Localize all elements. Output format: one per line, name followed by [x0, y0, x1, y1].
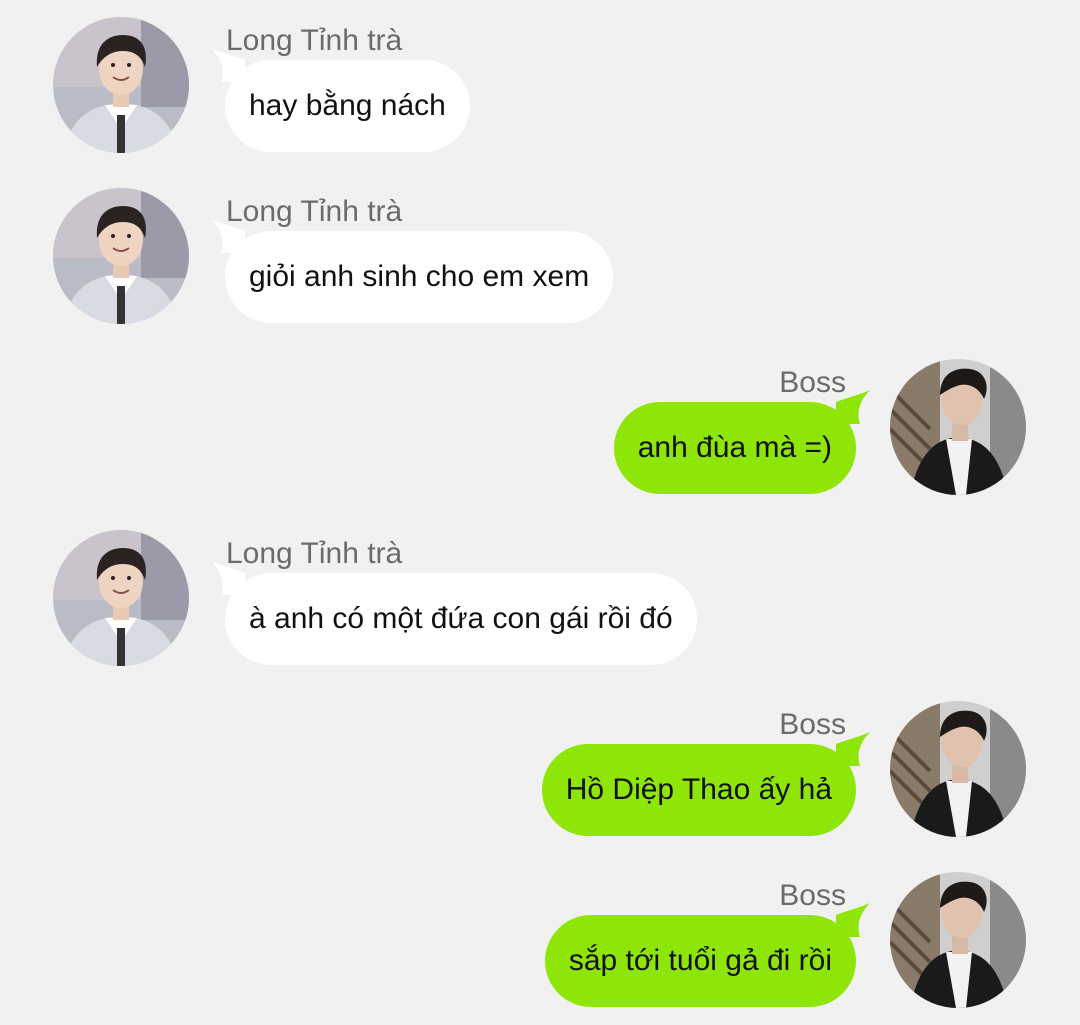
bubble-tail-icon	[211, 219, 245, 253]
man-in-suit-avatar-icon	[890, 701, 1026, 837]
bubble-tail-icon	[836, 390, 870, 424]
young-man-avatar-icon	[53, 530, 189, 666]
message-bubble[interactable]: hay bằng nách	[225, 60, 470, 152]
avatar[interactable]	[890, 359, 1026, 495]
young-man-avatar-icon	[53, 188, 189, 324]
man-in-suit-avatar-icon	[890, 872, 1026, 1008]
message-bubble[interactable]: Hồ Diệp Thao ấy hả	[541, 744, 856, 836]
message-text: anh đùa mà =)	[637, 431, 832, 464]
avatar[interactable]	[53, 17, 189, 153]
man-in-suit-avatar-icon	[890, 359, 1026, 495]
message-bubble[interactable]: à anh có một đứa con gái rồi đó	[225, 573, 697, 665]
avatar[interactable]	[890, 872, 1026, 1008]
young-man-avatar-icon	[53, 17, 189, 153]
bubble-tail-icon	[836, 903, 870, 937]
sender-name: Long Tỉnh trà	[226, 195, 403, 228]
message-text: giỏi anh sinh cho em xem	[249, 260, 590, 293]
message-bubble[interactable]: sắp tới tuổi gả đi rồi	[544, 915, 856, 1007]
sender-name: Long Tỉnh trà	[226, 24, 403, 57]
avatar[interactable]	[53, 188, 189, 324]
avatar[interactable]	[890, 701, 1026, 837]
avatar[interactable]	[53, 530, 189, 666]
sender-name: Long Tỉnh trà	[226, 537, 403, 570]
message-text: sắp tới tuổi gả đi rồi	[568, 944, 832, 977]
message-text: hay bằng nách	[249, 89, 446, 122]
bubble-tail-icon	[211, 561, 245, 595]
message-bubble[interactable]: giỏi anh sinh cho em xem	[225, 231, 614, 323]
message-text: à anh có một đứa con gái rồi đó	[249, 602, 673, 635]
message-text: Hồ Diệp Thao ấy hả	[565, 773, 832, 806]
bubble-tail-icon	[211, 48, 245, 82]
message-bubble[interactable]: anh đùa mà =)	[613, 402, 856, 494]
chat-message-list: Long Tỉnh trà hay bằng nách Long Tỉnh tr…	[0, 0, 1080, 1025]
bubble-tail-icon	[836, 732, 870, 766]
